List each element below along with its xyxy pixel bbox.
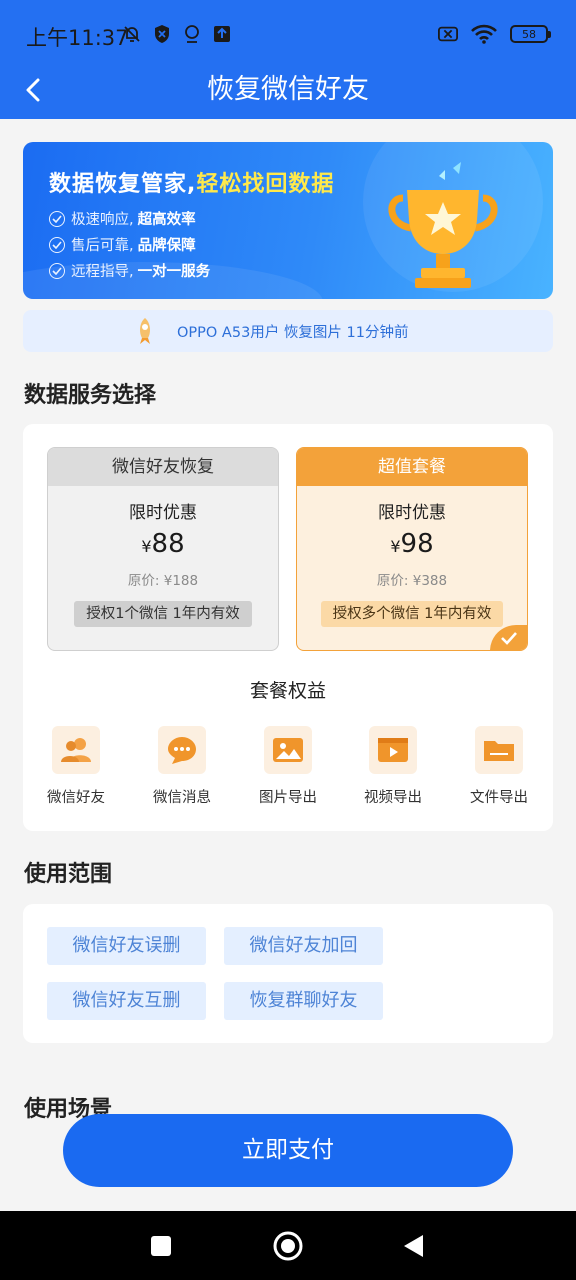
- plan-price: ¥88: [141, 529, 185, 559]
- home-circle-icon: [273, 1231, 303, 1261]
- home-button[interactable]: [271, 1229, 305, 1263]
- recent-apps-button[interactable]: [144, 1229, 178, 1263]
- check-circle-icon: [49, 210, 65, 227]
- banner-feature-1: 极速响应, 超高效率: [49, 208, 196, 229]
- plan-promo: 限时优惠: [378, 503, 446, 523]
- pay-now-button[interactable]: 立即支付: [63, 1114, 513, 1187]
- plan-name: 微信好友恢复: [48, 448, 278, 486]
- page-title: 恢复微信好友: [207, 74, 369, 105]
- scope-chip: 恢复群聊好友: [224, 982, 383, 1020]
- benefits-title: 套餐权益: [249, 680, 326, 702]
- plan-option-bundle[interactable]: 超值套餐 限时优惠 ¥98 原价: ¥388 授权多个微信 1年内有效: [296, 447, 528, 651]
- banner-feature-2: 售后可靠, 品牌保障: [49, 234, 196, 255]
- benefit-file-export: 文件导出: [454, 726, 544, 807]
- nav-back-button[interactable]: [396, 1229, 430, 1263]
- promo-banner: 数据恢复管家,轻松找回数据 极速响应, 超高效率 售后可靠, 品牌保障 远程指导, 一…: [23, 142, 553, 299]
- plan-option-basic[interactable]: 微信好友恢复 限时优惠 ¥88 原价: ¥188 授权1个微信 1年内有效: [47, 447, 279, 651]
- benefit-wechat-friends: 微信好友: [31, 726, 121, 807]
- scope-chip: 微信好友加回: [224, 927, 383, 965]
- battery-icon: 58: [510, 25, 551, 43]
- folder-icon: [475, 726, 523, 774]
- scope-chip: 微信好友误删: [47, 927, 206, 965]
- image-icon: [264, 726, 312, 774]
- video-icon: [369, 726, 417, 774]
- benefit-image-export: 图片导出: [243, 726, 333, 807]
- triangle-back-icon: [404, 1235, 423, 1257]
- contacts-icon: [52, 726, 100, 774]
- plan-license-tag: 授权1个微信 1年内有效: [74, 601, 252, 627]
- recent-activity-notice: OPPO A53用户 恢复图片 11分钟前: [23, 310, 553, 352]
- rocket-icon: [131, 317, 159, 345]
- section-title-scope: 使用范围: [24, 862, 113, 887]
- location-pin-icon: [182, 24, 202, 44]
- banner-title: 数据恢复管家,轻松找回数据: [49, 172, 335, 197]
- system-nav-bar: [0, 1211, 576, 1280]
- scope-card: 微信好友误删 微信好友加回 微信好友互删 恢复群聊好友: [23, 904, 553, 1043]
- plan-promo: 限时优惠: [129, 503, 197, 523]
- status-bar: 上午11:37 58: [0, 0, 576, 70]
- plan-price: ¥98: [390, 529, 434, 559]
- service-card: 微信好友恢复 限时优惠 ¥88 原价: ¥188 授权1个微信 1年内有效 超值…: [23, 424, 553, 831]
- status-time: 上午11:37: [26, 26, 129, 50]
- upload-icon: [212, 24, 232, 44]
- check-circle-icon: [49, 236, 65, 253]
- notice-text: OPPO A53用户 恢复图片 11分钟前: [177, 324, 409, 341]
- check-circle-icon: [49, 262, 65, 279]
- mute-bell-icon: [122, 24, 142, 44]
- plan-original-price: 原价: ¥188: [127, 573, 199, 589]
- app-header: 上午11:37 58 恢复微信好友: [0, 0, 576, 119]
- section-title-service: 数据服务选择: [24, 383, 157, 408]
- sim-off-icon: [438, 24, 458, 44]
- benefit-wechat-messages: 微信消息: [137, 726, 227, 807]
- benefit-video-export: 视频导出: [348, 726, 438, 807]
- wifi-icon: [470, 24, 498, 44]
- selected-check-icon: [490, 625, 527, 650]
- banner-feature-3: 远程指导, 一对一服务: [49, 260, 210, 281]
- plan-license-tag: 授权多个微信 1年内有效: [320, 601, 504, 627]
- trophy-icon: [388, 162, 498, 288]
- shield-icon: [152, 24, 172, 44]
- square-icon: [151, 1236, 171, 1256]
- chat-bubble-icon: [158, 726, 206, 774]
- plan-original-price: 原价: ¥388: [376, 573, 448, 589]
- plan-name: 超值套餐: [297, 448, 527, 486]
- scope-chip: 微信好友互删: [47, 982, 206, 1020]
